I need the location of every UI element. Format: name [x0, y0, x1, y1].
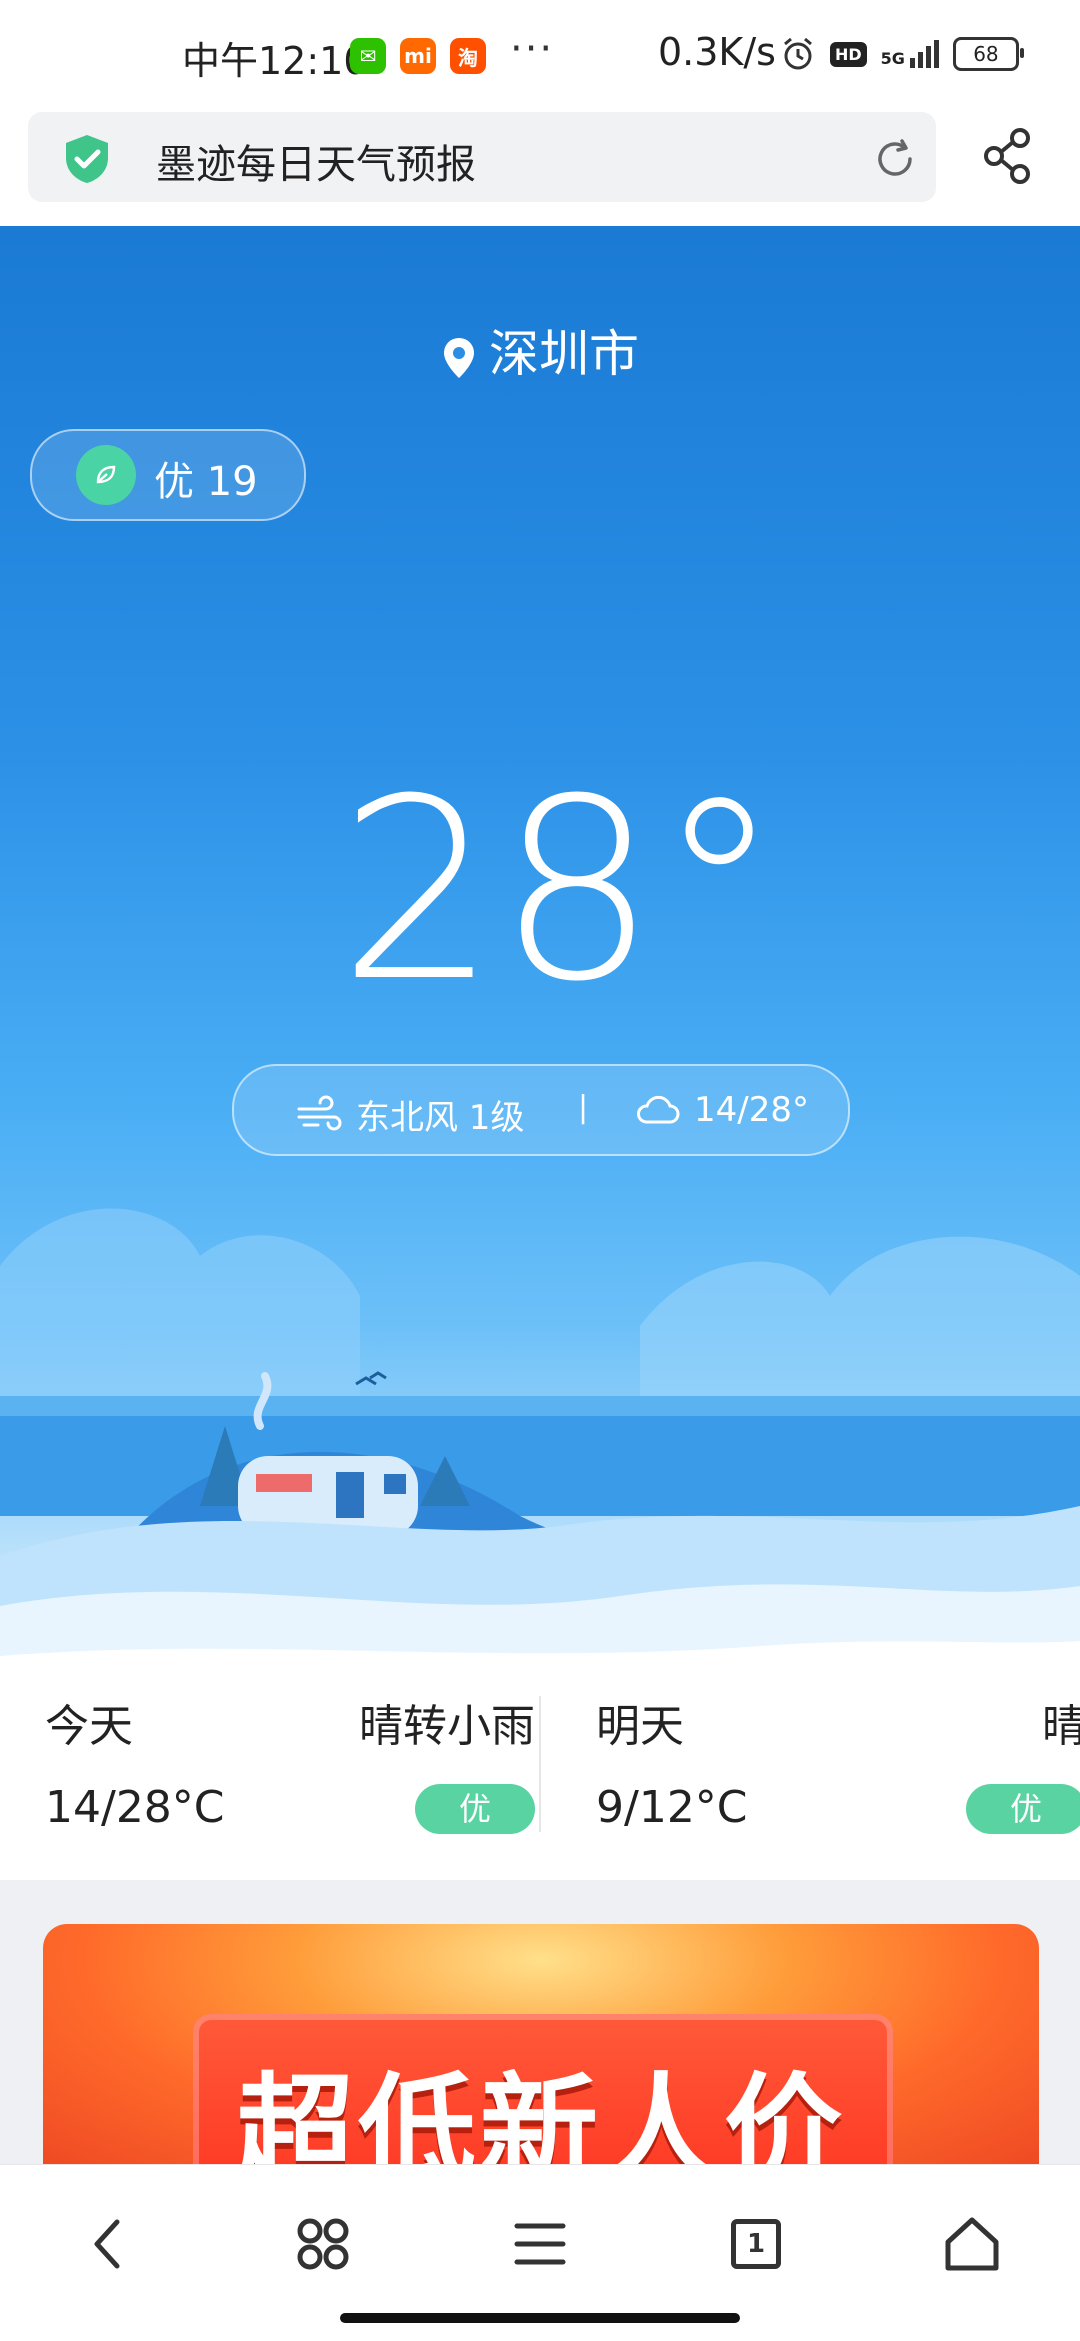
status-time: 中午12:10: [182, 39, 368, 83]
forecast-today[interactable]: 今天 晴转小雨 14/28°C 优: [45, 1690, 535, 1880]
clover-icon: [297, 2218, 349, 2270]
current-temperature: 28°: [0, 766, 1080, 1016]
wechat-icon: ✉: [350, 38, 386, 74]
signal-icon: 5G: [881, 40, 939, 68]
menu-icon: [514, 2223, 566, 2265]
cloud-icon: [637, 1096, 680, 1124]
hd-badge: HD: [830, 41, 867, 67]
home-icon: [945, 2217, 999, 2271]
gesture-home-indicator[interactable]: [340, 2313, 740, 2323]
aqi-value: 优 19: [154, 459, 258, 505]
status-net-speed: 0.3K/s: [658, 30, 776, 74]
menu-button[interactable]: [495, 2199, 585, 2289]
status-app-icons: ✉ mi 淘: [350, 38, 486, 74]
day-condition: 晴: [1042, 1701, 1080, 1752]
signal-label: 5G: [880, 49, 905, 68]
url-field[interactable]: 墨迹每日天气预报: [28, 112, 936, 202]
tabs-icon: 1: [731, 2219, 781, 2269]
leaf-icon: [76, 445, 136, 505]
weather-hero: 深圳市 优 19 28° 东北风 1级 | 14/28°: [0, 226, 1080, 1690]
city-name: 深圳市: [489, 325, 639, 383]
mi-icon: mi: [400, 38, 436, 74]
promo-banner[interactable]: 超低新人价: [43, 1924, 1039, 2164]
aqi-badge-small: 优: [415, 1784, 535, 1834]
status-bar: 中午12:10 ✉ mi 淘 ··· 0.3K/s HD 5G 68: [0, 0, 1080, 110]
chevron-left-icon: [94, 2219, 120, 2269]
day-name: 今天: [45, 1701, 133, 1752]
temp-range: 14/28°: [694, 1090, 809, 1130]
day-temp-range: 14/28°C: [45, 1782, 225, 1833]
alarm-icon: [784, 37, 812, 70]
back-button[interactable]: [62, 2199, 152, 2289]
forecast-tomorrow[interactable]: 明天 晴 9/12°C 优: [596, 1690, 1080, 1880]
weather-illustration: [0, 1208, 1080, 1690]
wind-separator: |: [578, 1090, 589, 1125]
aqi-badge[interactable]: 优 19: [30, 429, 306, 521]
status-more-dots: ···: [510, 26, 555, 72]
location-pin-icon: [444, 337, 474, 378]
battery-icon: 68: [952, 37, 1024, 71]
status-system-icons: HD 5G 68: [780, 36, 1024, 72]
location[interactable]: 深圳市: [0, 314, 1080, 386]
address-bar: 墨迹每日天气预报: [0, 110, 1080, 226]
day-name: 明天: [596, 1701, 684, 1752]
reload-icon[interactable]: [872, 136, 918, 182]
share-icon[interactable]: [978, 126, 1038, 186]
aqi-badge-small: 优: [966, 1784, 1080, 1834]
temperature-value: 28°: [338, 745, 782, 1036]
promo-text: 超低新人价: [235, 2061, 846, 2164]
browser-bottom-nav: 1: [0, 2164, 1080, 2341]
security-shield-icon: [66, 135, 108, 183]
tabs-button[interactable]: 1: [711, 2199, 801, 2289]
page-title: 墨迹每日天气预报: [156, 142, 476, 188]
apps-button[interactable]: [278, 2199, 368, 2289]
battery-level: 68: [973, 42, 999, 66]
day-condition: 晴转小雨: [359, 1701, 535, 1752]
day-temp-range: 9/12°C: [596, 1782, 748, 1833]
home-button[interactable]: [927, 2199, 1017, 2289]
forecast-divider: [539, 1696, 541, 1832]
taobao-icon: 淘: [450, 38, 486, 74]
tab-count: 1: [746, 2229, 766, 2259]
